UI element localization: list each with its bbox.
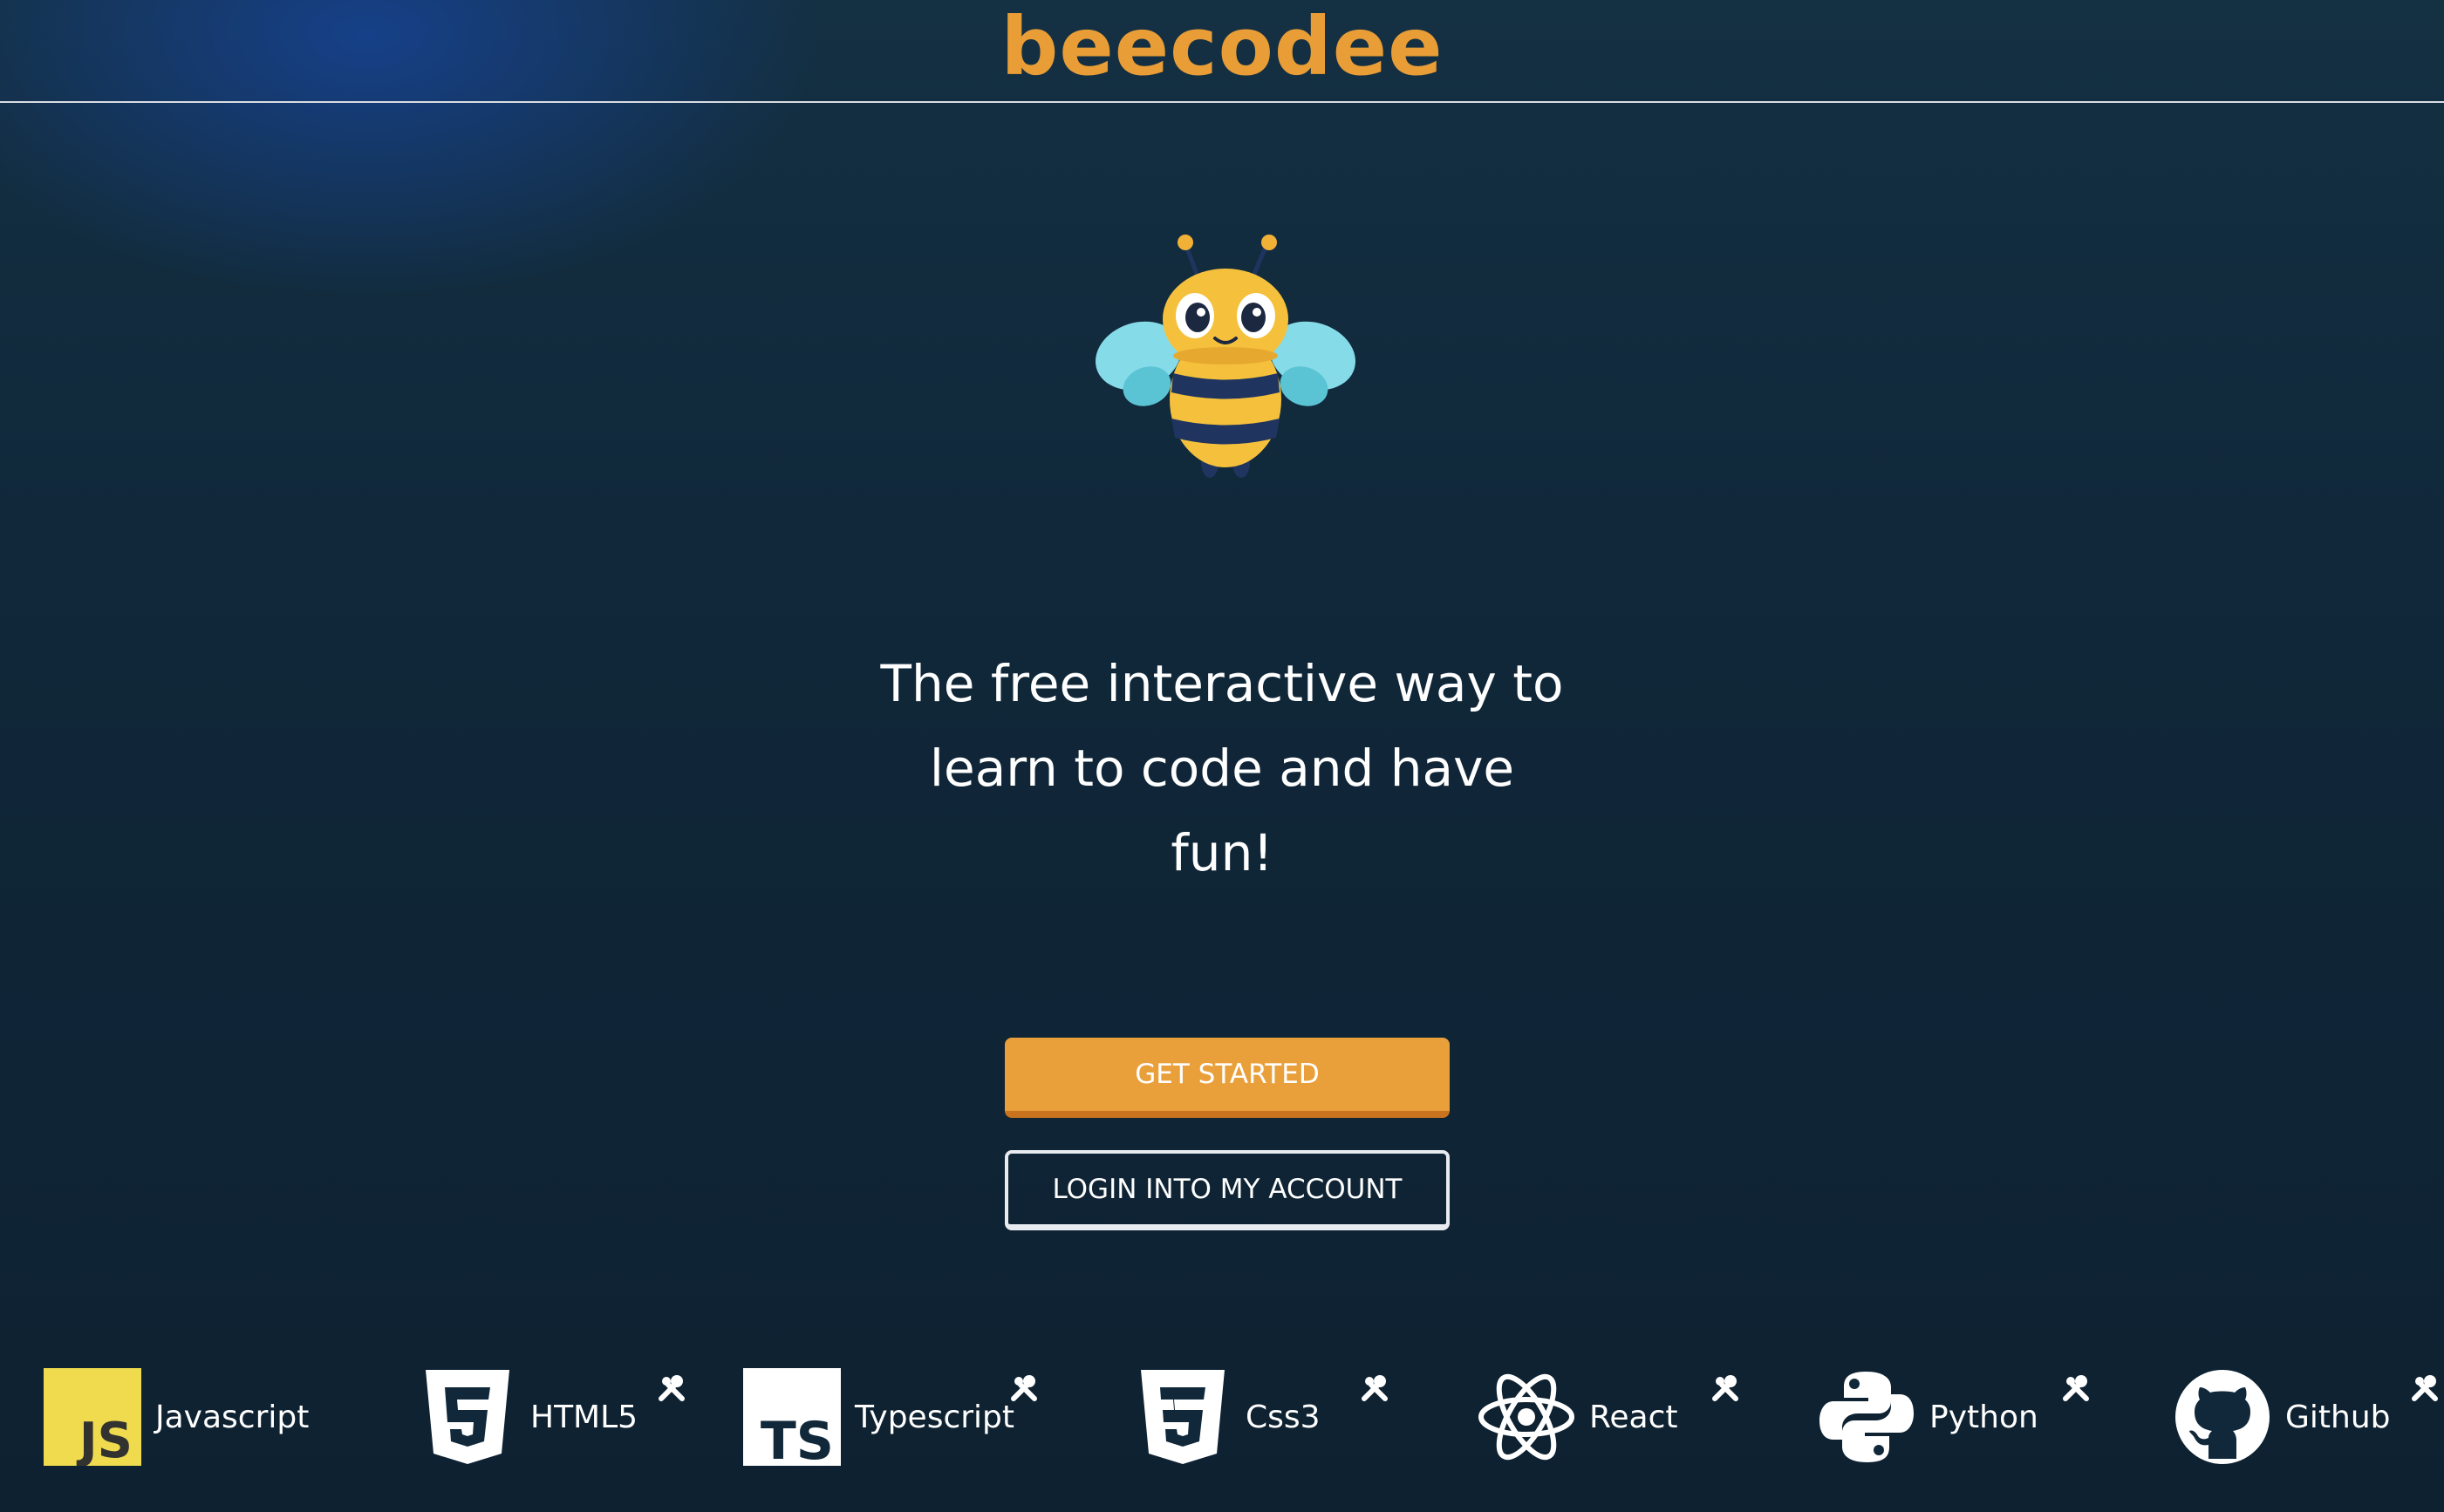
tech-item-react[interactable]: React [1478,1360,1678,1474]
technology-list: JS Javascript HTML5 TS Typescript Css3 R… [0,1360,2444,1474]
tools-icon [1712,1375,1738,1401]
github-icon [2175,1370,2270,1464]
hero-tagline: The free interactive way to learn to cod… [829,642,1615,896]
bee-mascot-icon [1096,235,1355,478]
javascript-icon: JS [44,1368,141,1466]
tech-label: Javascript [155,1399,310,1435]
tech-item-typescript[interactable]: TS Typescript [743,1360,1014,1474]
tech-label: Css3 [1246,1399,1321,1435]
tech-label: Typescript [855,1399,1015,1435]
tools-icon [2412,1375,2438,1401]
tech-label: Python [1929,1399,2038,1435]
tech-label: HTML5 [530,1399,638,1435]
html5-icon [426,1370,509,1464]
tech-item-javascript[interactable]: JS Javascript [44,1360,309,1474]
get-started-button[interactable]: GET STARTED [1005,1038,1450,1118]
tools-icon [2063,1375,2089,1401]
brand-logo[interactable]: beecodee [0,0,2444,94]
tech-label: React [1589,1399,1678,1435]
tools-icon [1362,1375,1388,1401]
svg-text:JS: JS [76,1413,133,1466]
tech-item-html5[interactable]: HTML5 [419,1360,638,1474]
tagline-line: fun! [1171,823,1273,882]
top-header: beecodee [0,0,2444,103]
tech-item-github[interactable]: Github [2174,1360,2391,1474]
tools-icon [659,1375,685,1401]
tech-item-css3[interactable]: Css3 [1134,1360,1321,1474]
tools-icon [1011,1375,1037,1401]
tech-label: Github [2285,1399,2391,1435]
react-icon [1478,1373,1574,1461]
tech-item-python[interactable]: Python [1818,1360,2038,1474]
login-button[interactable]: LOGIN INTO MY ACCOUNT [1005,1150,1450,1230]
svg-text:TS: TS [761,1411,834,1466]
python-icon [1819,1372,1914,1462]
tagline-line: learn to code and have [929,739,1515,798]
tagline-line: The free interactive way to [880,654,1564,713]
css3-icon [1141,1370,1225,1464]
typescript-icon: TS [743,1368,841,1466]
